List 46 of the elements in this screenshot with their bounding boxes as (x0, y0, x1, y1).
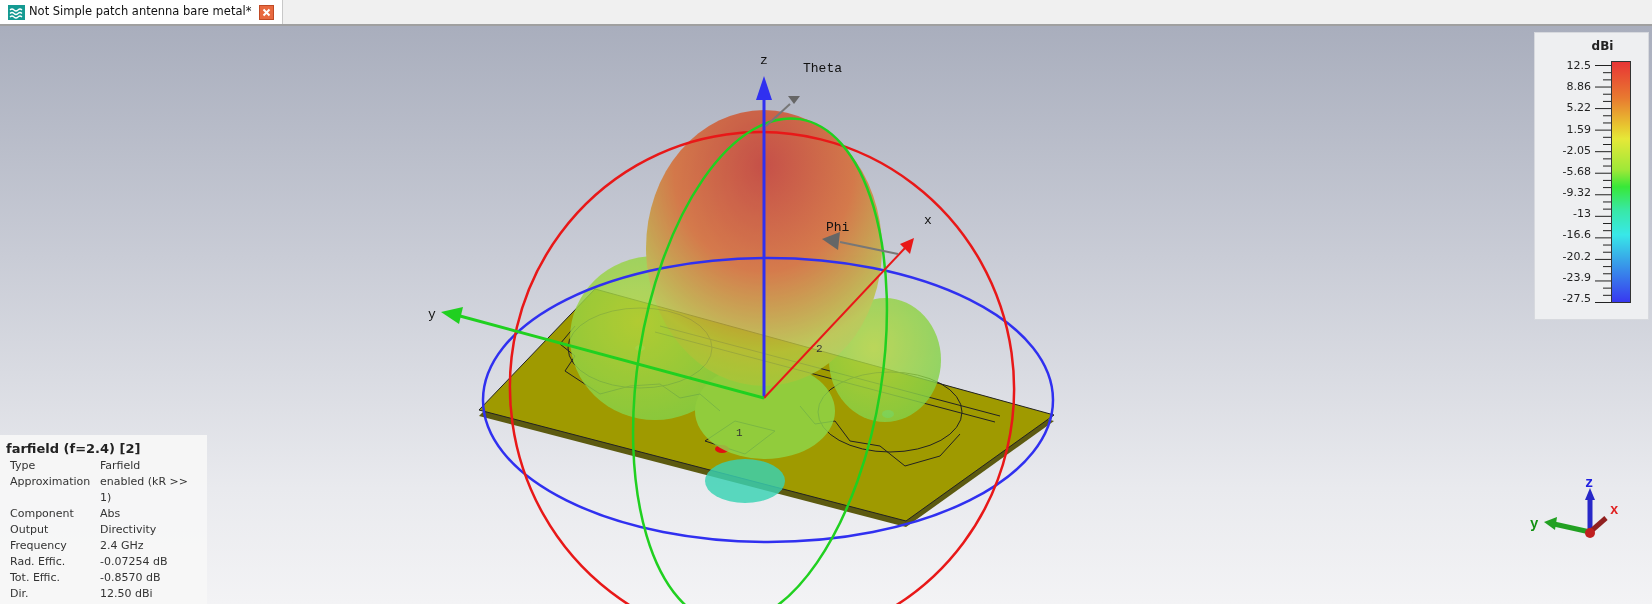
property-value: Farfield (100, 458, 142, 474)
property-value: Directivity (100, 522, 158, 538)
scale-label: 12.5 (1565, 59, 1591, 72)
triad-axis-label: z (1585, 476, 1594, 491)
scale-label: -2.05 (1561, 143, 1591, 157)
theta-direction-arrow (765, 96, 800, 127)
angle-label: Phi (826, 220, 850, 235)
axis-label: x (924, 213, 932, 228)
property-label: Approximation (10, 474, 92, 490)
close-icon[interactable] (259, 4, 275, 20)
tab-title: Not Simple patch antenna bare metal* (29, 3, 252, 21)
property-value: 12.50 dBi (100, 586, 154, 602)
property-label: Component (10, 506, 75, 522)
orientation-triad-drawing (1544, 488, 1608, 538)
triad-axis-label: y (1530, 516, 1539, 532)
axis-label: y (428, 307, 436, 322)
scale-label: 5.22 (1565, 101, 1591, 115)
angle-label: Theta (803, 61, 842, 76)
panel-title: farfield (f=2.4) [2] (6, 439, 142, 458)
property-value: 2.4 GHz (100, 538, 145, 554)
scale-label: -20.2 (1561, 249, 1591, 263)
triad-axis-label: x (1610, 502, 1619, 518)
scale-label: -27.5 (1561, 291, 1591, 305)
document-tab[interactable]: Not Simple patch antenna bare metal* (0, 0, 284, 24)
property-label: Tot. Effic. (10, 570, 61, 586)
property-value: -0.8570 dB (100, 570, 162, 586)
property-label: Output (10, 522, 50, 538)
property-value: enabled (kR >> 1) (100, 474, 189, 506)
colorbar-unit: dBi (1590, 38, 1615, 55)
port-label: 1 (736, 427, 743, 439)
scale-label: -5.68 (1561, 164, 1591, 178)
port-label: 2 (816, 343, 823, 355)
property-label: Dir. (10, 586, 30, 602)
scale-label: 8.86 (1565, 80, 1591, 94)
property-label: Rad. Effic. (10, 554, 67, 570)
axis-label: z (760, 53, 768, 68)
waves-icon (8, 4, 25, 20)
scale-label: -13 (1572, 207, 1591, 221)
property-value: Abs (100, 506, 122, 522)
property-label: Frequency (10, 538, 68, 554)
scale-label: -23.9 (1561, 270, 1591, 284)
scale-label: -16.6 (1561, 228, 1591, 242)
scale-label: 1.59 (1565, 122, 1591, 136)
scale-label: -9.32 (1561, 186, 1591, 200)
property-value: -0.07254 dB (100, 554, 169, 570)
property-label: Type (10, 458, 37, 474)
